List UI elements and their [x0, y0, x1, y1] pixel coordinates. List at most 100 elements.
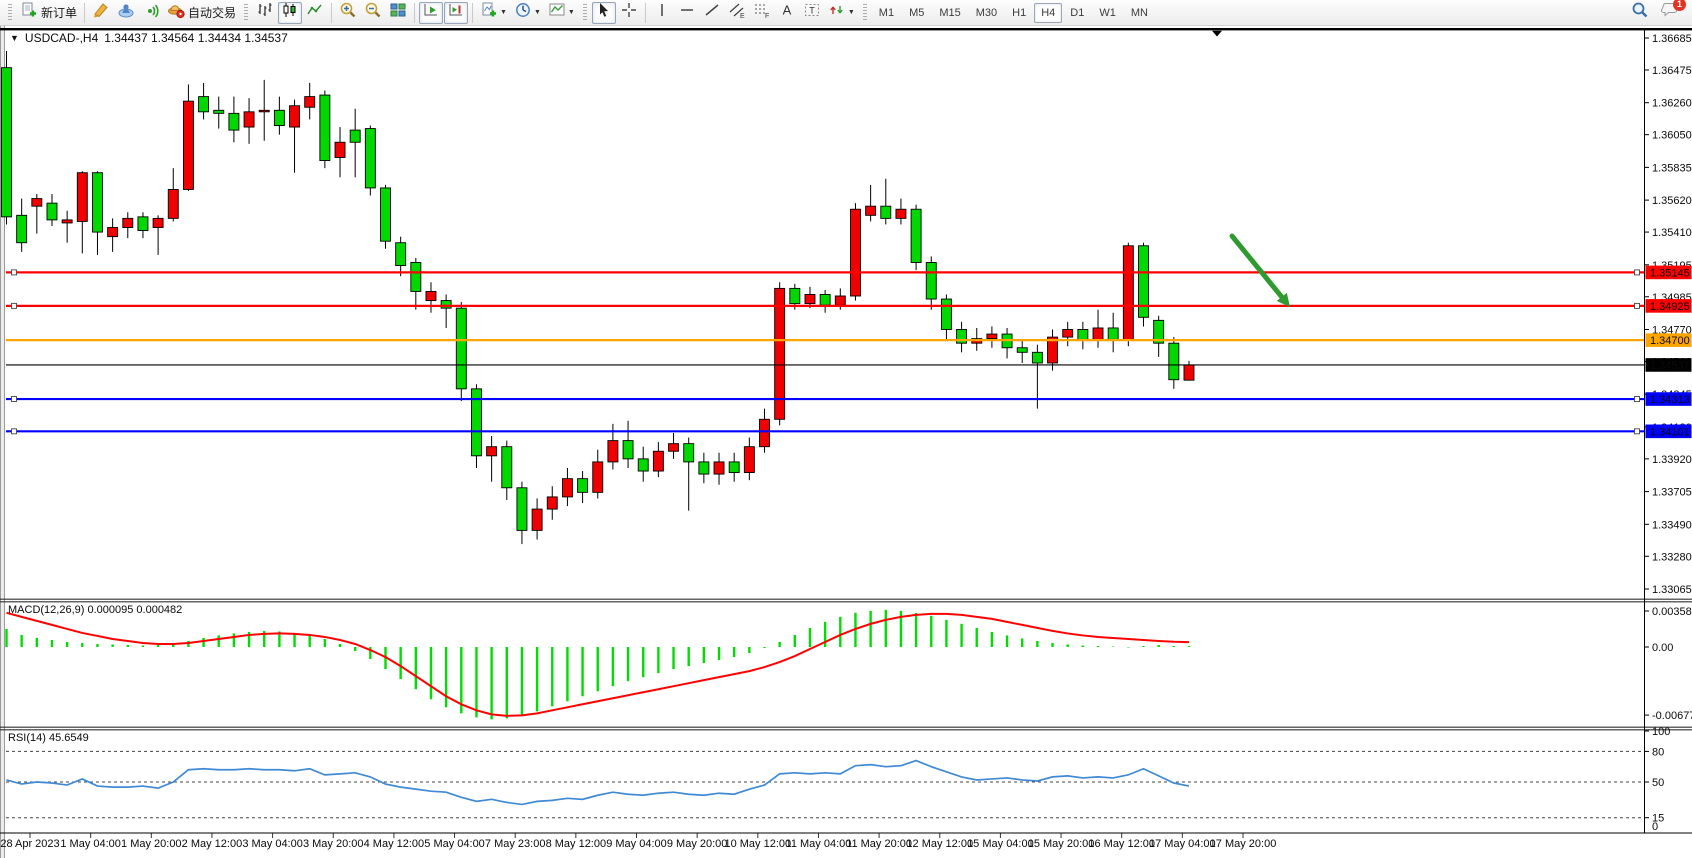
horizontal-line-icon	[678, 1, 696, 24]
svg-text:4 May 12:00: 4 May 12:00	[364, 838, 425, 850]
autotrading-button[interactable]: 自动交易	[164, 2, 239, 24]
svg-text:17 May 20:00: 17 May 20:00	[1210, 838, 1277, 850]
text-icon: A	[778, 1, 796, 24]
price-badge-1.34313: 1.34313	[1646, 392, 1692, 406]
signal-button[interactable]	[139, 2, 163, 24]
toolbar-separator	[472, 3, 473, 23]
toolbar: 新订单 自动交易	[0, 0, 1692, 26]
svg-text:11 May 20:00: 11 May 20:00	[846, 838, 912, 850]
toolbar-separator	[84, 3, 85, 23]
svg-text:1.34700: 1.34700	[1650, 335, 1690, 347]
line-chart-button[interactable]	[303, 2, 327, 24]
trendline-button[interactable]	[700, 2, 724, 24]
chart-ohlc-values: 1.34437 1.34564 1.34434 1.34537	[104, 31, 288, 45]
svg-text:0.003581: 0.003581	[1652, 606, 1692, 618]
bar-chart-icon	[256, 1, 274, 24]
indicators-button[interactable]: ▼	[477, 2, 510, 24]
svg-text:100: 100	[1652, 726, 1670, 738]
svg-text:8 May 12:00: 8 May 12:00	[546, 838, 607, 850]
svg-text:1.35835: 1.35835	[1652, 162, 1692, 174]
trendline-icon	[703, 1, 721, 24]
toolbar-grip[interactable]	[244, 4, 248, 22]
one-click-trading-expander[interactable]: ▼	[10, 33, 19, 43]
svg-text:1.36260: 1.36260	[1652, 98, 1692, 110]
toolbar-separator	[331, 3, 332, 23]
svg-text:50: 50	[1652, 777, 1664, 789]
dropdown-caret: ▼	[848, 9, 855, 16]
svg-text:T: T	[809, 6, 815, 16]
svg-text:9 May 20:00: 9 May 20:00	[667, 838, 728, 850]
new-order-button[interactable]: 新订单	[17, 2, 80, 24]
toolbar-grip[interactable]	[8, 4, 12, 22]
svg-text:2 May 12:00: 2 May 12:00	[182, 838, 243, 850]
vertical-line-button[interactable]	[650, 2, 674, 24]
candlestick-chart-button[interactable]	[278, 2, 302, 24]
toolbar-grip[interactable]	[583, 4, 587, 22]
mql5-community-button[interactable]	[114, 2, 138, 24]
svg-text:5 May 04:00: 5 May 04:00	[424, 838, 485, 850]
autotrading-icon	[167, 1, 185, 24]
mt4-window: 新订单 自动交易	[0, 0, 1692, 858]
arrows-button[interactable]: ▼	[825, 2, 858, 24]
rsi-indicator-label: RSI(14) 45.6549	[8, 732, 89, 744]
templates-button[interactable]: ▼	[545, 2, 578, 24]
timeframe-M15[interactable]: M15	[932, 3, 967, 23]
svg-text:1.34313: 1.34313	[1650, 394, 1690, 406]
price-badge-1.34700: 1.34700	[1646, 333, 1692, 347]
timeframe-M1[interactable]: M1	[872, 3, 901, 23]
svg-text:15 May 20:00: 15 May 20:00	[1028, 838, 1095, 850]
timeframe-M5[interactable]: M5	[902, 3, 931, 23]
text-label-button[interactable]: T	[800, 2, 824, 24]
bar-chart-button[interactable]	[253, 2, 277, 24]
svg-text:7 May 23:00: 7 May 23:00	[485, 838, 546, 850]
fibonacci-button[interactable]: F	[750, 2, 774, 24]
timeframe-H1[interactable]: H1	[1005, 3, 1033, 23]
template-icon	[548, 1, 566, 24]
equidistant-channel-button[interactable]: E	[725, 2, 749, 24]
macd-indicator-label: MACD(12,26,9) 0.000095 0.000482	[8, 604, 182, 616]
zoom-out-button[interactable]	[361, 2, 385, 24]
cursor-button[interactable]	[592, 2, 616, 24]
timeframe-MN[interactable]: MN	[1124, 3, 1155, 23]
fibonacci-icon: F	[753, 1, 771, 24]
timeframe-H4[interactable]: H4	[1034, 3, 1062, 23]
text-button[interactable]: A	[775, 2, 799, 24]
svg-text:80: 80	[1652, 746, 1664, 758]
line-chart-icon	[306, 1, 324, 24]
timeframe-W1[interactable]: W1	[1092, 3, 1123, 23]
timeframe-M30[interactable]: M30	[969, 3, 1004, 23]
zoom-out-icon	[364, 1, 382, 24]
svg-text:1.35410: 1.35410	[1652, 227, 1692, 239]
tile-windows-button[interactable]	[386, 2, 410, 24]
svg-text:1.33705: 1.33705	[1652, 487, 1692, 499]
auto-scroll-button[interactable]	[419, 2, 443, 24]
zoom-in-button[interactable]	[336, 2, 360, 24]
periods-button[interactable]: ▼	[511, 2, 544, 24]
svg-text:1.34925: 1.34925	[1650, 301, 1690, 313]
svg-text:1 May 20:00: 1 May 20:00	[121, 838, 182, 850]
horizontal-line-button[interactable]	[675, 2, 699, 24]
auto-scroll-icon	[422, 1, 440, 24]
notifications-button[interactable]: 1	[1658, 2, 1682, 24]
chart-shift-button[interactable]	[444, 2, 468, 24]
svg-text:16 May 12:00: 16 May 12:00	[1088, 838, 1155, 850]
crayon-button[interactable]	[89, 2, 113, 24]
timeframe-D1[interactable]: D1	[1063, 3, 1091, 23]
price-badge-1.34925: 1.34925	[1646, 299, 1692, 313]
chart-background	[0, 26, 1692, 858]
dropdown-caret: ▼	[500, 9, 507, 16]
crosshair-icon	[620, 1, 638, 24]
tile-windows-icon	[389, 1, 407, 24]
crosshair-button[interactable]	[617, 2, 641, 24]
search-button[interactable]	[1628, 2, 1652, 24]
svg-text:0.00: 0.00	[1652, 642, 1673, 654]
price-badge-1.34537: 1.34537	[1646, 358, 1692, 372]
chart-symbol-title: USDCAD-,H4	[25, 31, 98, 45]
toolbar-grip[interactable]	[863, 4, 867, 22]
search-icon	[1631, 1, 1649, 24]
chart-canvas[interactable]: 1.366851.364751.362601.360501.358351.356…	[0, 0, 1692, 858]
svg-text:15 May 04:00: 15 May 04:00	[967, 838, 1034, 850]
svg-text:1.33280: 1.33280	[1652, 551, 1692, 563]
svg-text:1.34101: 1.34101	[1650, 426, 1690, 438]
svg-text:1.36050: 1.36050	[1652, 130, 1692, 142]
